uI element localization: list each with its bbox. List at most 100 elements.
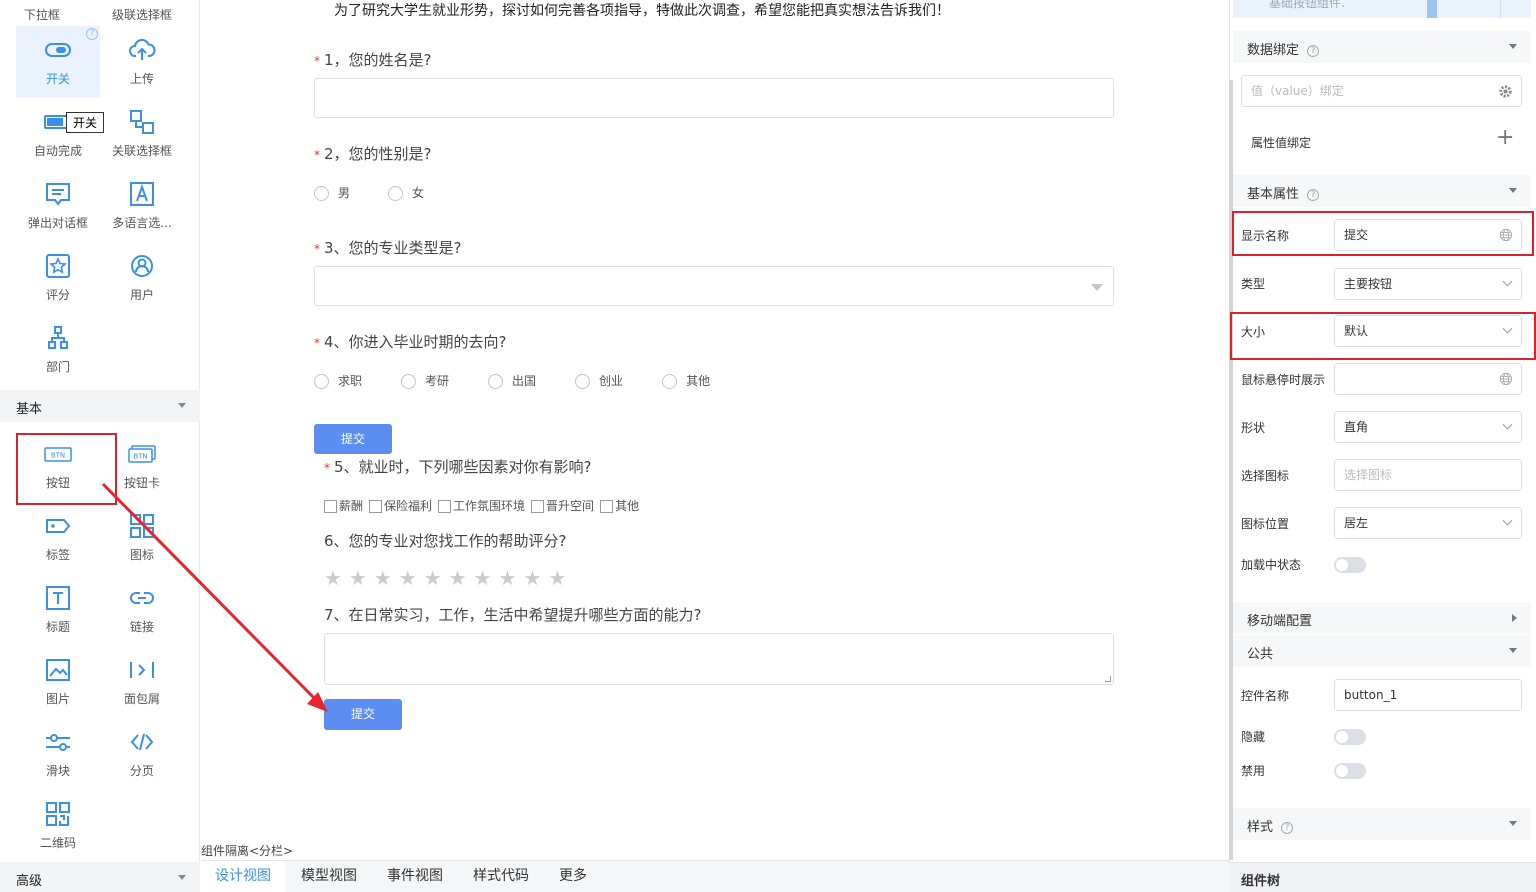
checkbox-option[interactable]: 保险福利 xyxy=(369,497,432,514)
control-name-input[interactable]: button_1 xyxy=(1334,679,1522,711)
radio-circle xyxy=(662,374,678,389)
hidden-toggle[interactable] xyxy=(1334,729,1366,745)
ability-textarea[interactable] xyxy=(324,633,1114,685)
group-public[interactable]: 公共 xyxy=(1233,635,1531,667)
icon-position-select[interactable]: 居左 xyxy=(1334,507,1522,539)
checkbox xyxy=(369,500,383,513)
group-basic-props[interactable]: 基本属性? xyxy=(1233,175,1531,207)
radio-option[interactable]: 其他 xyxy=(662,372,710,389)
question-5: * 5、就业时，下列哪些因素对你有影响? xyxy=(324,456,592,477)
palette-item-autocomplete[interactable]: 自动完成 xyxy=(16,98,100,170)
palette-item-upload[interactable]: 上传 xyxy=(100,26,184,98)
palette-item-breadcrumb[interactable]: 面包屑 xyxy=(100,646,184,718)
annotation-box-display-name xyxy=(1232,211,1534,256)
palette-item-department[interactable]: 部门 xyxy=(16,314,100,386)
split-label: 组件隔离<分栏> xyxy=(201,844,294,858)
component-tree-bar[interactable]: 组件树 xyxy=(1229,862,1536,892)
resize-handle-icon[interactable] xyxy=(1105,676,1111,682)
tab-model-view[interactable]: 模型视图 xyxy=(287,861,371,892)
shape-value: 直角 xyxy=(1344,420,1369,434)
help-icon[interactable]: ? xyxy=(1307,189,1320,201)
submit-button-top[interactable]: 提交 xyxy=(314,424,392,454)
checkbox-label: 工作氛围环境 xyxy=(453,499,526,513)
required-mark: * xyxy=(314,148,320,162)
checkbox-option[interactable]: 晋升空间 xyxy=(531,497,594,514)
question-3: * 3、您的专业类型是? xyxy=(314,237,462,258)
tab-event-view[interactable]: 事件视图 xyxy=(373,861,457,892)
loading-toggle[interactable] xyxy=(1334,557,1366,573)
star-rating[interactable]: ★★★★★★★★★★ xyxy=(324,566,573,590)
add-icon[interactable]: + xyxy=(1496,126,1514,150)
checkbox-option[interactable]: 工作氛围环境 xyxy=(438,497,525,514)
preview-text: 基础按钮组件. xyxy=(1269,0,1345,10)
help-icon[interactable]: ? xyxy=(1281,822,1294,834)
type-select[interactable]: 主要按钮 xyxy=(1334,268,1522,300)
type-label: 类型 xyxy=(1241,277,1266,291)
annotation-box-size xyxy=(1230,312,1536,360)
gear-icon[interactable] xyxy=(1498,84,1513,99)
palette-item-dialog[interactable]: 弹出对话框 xyxy=(16,170,100,242)
radio-circle xyxy=(388,186,404,201)
palette-label-dropdown[interactable]: 下拉框 xyxy=(0,6,84,23)
help-icon[interactable]: ? xyxy=(1307,45,1320,57)
help-icon[interactable]: ? xyxy=(86,28,98,40)
checkbox-option[interactable]: 薪酬 xyxy=(324,497,363,514)
major-select[interactable] xyxy=(314,266,1114,306)
radio-option[interactable]: 男 xyxy=(314,184,350,201)
shape-label: 形状 xyxy=(1241,421,1266,435)
tab-more[interactable]: 更多 xyxy=(545,861,601,892)
loading-label: 加载中状态 xyxy=(1241,558,1302,572)
name-input[interactable] xyxy=(314,78,1114,118)
palette-item-user[interactable]: 用户 xyxy=(100,242,184,314)
hover-input[interactable] xyxy=(1334,363,1522,395)
palette-item-icon[interactable]: 图标 xyxy=(100,502,184,574)
radio-option[interactable]: 考研 xyxy=(401,372,449,389)
checkbox-label: 其他 xyxy=(615,499,640,513)
disabled-toggle[interactable] xyxy=(1334,763,1366,779)
palette-item-link[interactable]: 链接 xyxy=(100,574,184,646)
palette-item-label: 自动完成 xyxy=(33,144,82,158)
group-mobile-config[interactable]: 移动端配置 xyxy=(1233,602,1531,634)
value-binding-input[interactable]: 值（value）绑定 xyxy=(1241,75,1522,107)
palette-item-slider[interactable]: 滑块 xyxy=(16,718,100,790)
globe-icon[interactable] xyxy=(1499,372,1513,386)
icon-picker-input[interactable]: 选择图标 xyxy=(1334,459,1522,491)
icon-position-value: 居左 xyxy=(1344,516,1369,530)
tab-style-code[interactable]: 样式代码 xyxy=(459,861,543,892)
tab-design-view[interactable]: 设计视图 xyxy=(201,861,285,892)
palette-item-qrcode[interactable]: 二维码 xyxy=(16,790,100,862)
palette-item-label: 开关 xyxy=(45,72,70,86)
palette-item-switch[interactable]: ? 开关 xyxy=(16,26,100,98)
radio-option[interactable]: 出国 xyxy=(488,372,536,389)
palette-label-cascader[interactable]: 级联选择框 xyxy=(100,6,184,23)
tooltip: 开关 xyxy=(66,112,105,133)
palette-item-label: 二维码 xyxy=(39,836,76,850)
hover-label: 鼠标悬停时展示 xyxy=(1241,373,1326,387)
radio-label: 创业 xyxy=(599,374,624,388)
radio-option[interactable]: 创业 xyxy=(575,372,623,389)
group-style[interactable]: 样式? xyxy=(1233,808,1531,840)
group-data-binding[interactable]: 数据绑定? xyxy=(1233,31,1531,63)
title-icon xyxy=(44,584,72,612)
palette-item-title[interactable]: 标题 xyxy=(16,574,100,646)
palette-item-pagination[interactable]: 分页 xyxy=(100,718,184,790)
required-mark: * xyxy=(314,336,320,350)
shape-select[interactable]: 直角 xyxy=(1334,411,1522,443)
radio-option[interactable]: 女 xyxy=(388,184,424,201)
radio-circle xyxy=(488,374,504,389)
palette-item-tag[interactable]: 标签 xyxy=(16,502,100,574)
palette-section-advanced[interactable]: 高级 xyxy=(0,862,200,892)
palette-item-image[interactable]: 图片 xyxy=(16,646,100,718)
checkbox-option[interactable]: 其他 xyxy=(600,497,639,514)
radio-option[interactable]: 求职 xyxy=(314,372,362,389)
radio-circle xyxy=(575,374,591,389)
palette-section-basic[interactable]: 基本 xyxy=(0,390,200,422)
palette-item-multilang[interactable]: 多语言选... xyxy=(100,170,184,242)
submit-button[interactable]: 提交 xyxy=(324,699,402,730)
radio-label: 求职 xyxy=(338,374,363,388)
disabled-label: 禁用 xyxy=(1241,764,1266,778)
chevron-down-icon xyxy=(1502,515,1513,526)
palette-item-related-select[interactable]: 关联选择框 xyxy=(100,98,184,170)
palette-item-rating[interactable]: 评分 xyxy=(16,242,100,314)
question-text: 2，您的性别是? xyxy=(324,145,432,163)
